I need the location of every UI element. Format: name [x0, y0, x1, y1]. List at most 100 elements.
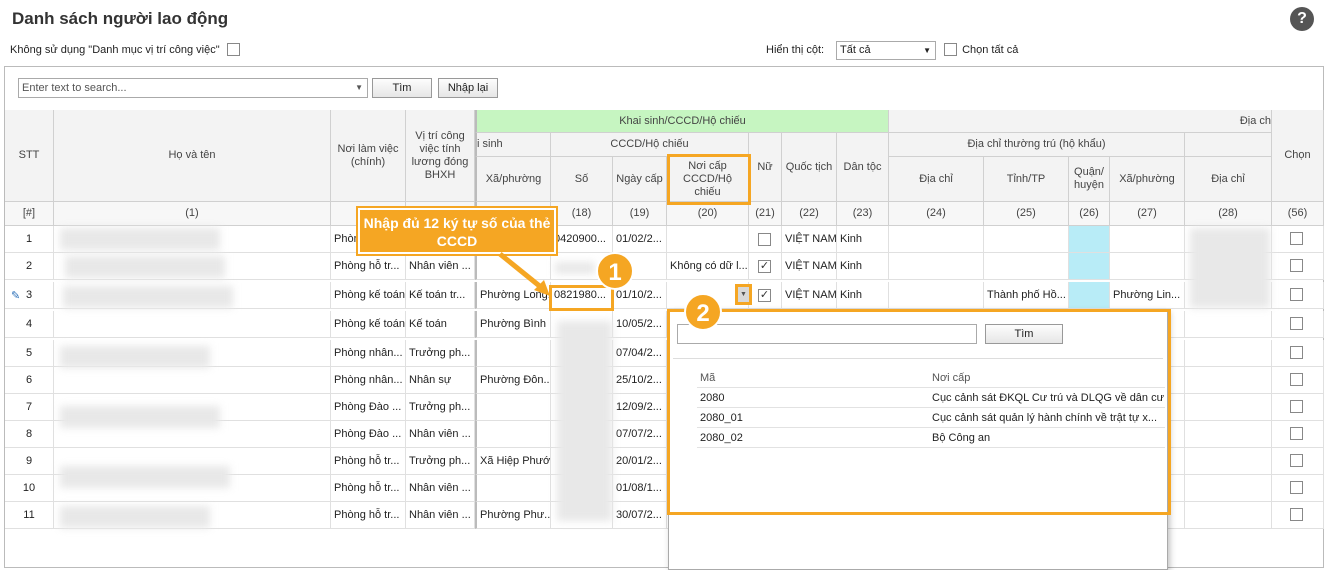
nationality-cell[interactable]: VIỆT NAM: [782, 253, 837, 280]
stt-cell[interactable]: 5: [5, 340, 54, 367]
position-cell[interactable]: Nhân viên ...: [406, 421, 475, 448]
choose-checkbox[interactable]: [1290, 454, 1303, 467]
birth-ward-cell[interactable]: Phường Bình ...: [475, 311, 551, 338]
address2-cell[interactable]: [1185, 502, 1272, 529]
choose-cell[interactable]: [1272, 502, 1324, 529]
choose-cell[interactable]: [1272, 367, 1324, 394]
address2-cell[interactable]: [1185, 448, 1272, 475]
col-perm-address[interactable]: Địa chỉ: [889, 157, 984, 202]
ethnicity-cell[interactable]: Kinh: [837, 226, 889, 253]
nationality-cell[interactable]: VIỆT NAM: [782, 282, 837, 309]
cccd-date-cell[interactable]: 12/09/2...: [613, 394, 667, 421]
birth-ward-cell[interactable]: Phường Đôn...: [475, 367, 551, 394]
workplace-cell[interactable]: Phòng Đào ...: [331, 421, 406, 448]
choose-cell[interactable]: [1272, 226, 1324, 253]
col-perm-ward[interactable]: Xã/phường: [1110, 157, 1185, 202]
choose-cell[interactable]: [1272, 253, 1324, 280]
help-icon[interactable]: ?: [1290, 7, 1314, 31]
workplace-cell[interactable]: Phòng hỗ tr...: [331, 475, 406, 502]
col-workplace[interactable]: Nơi làm việc (chính): [331, 110, 406, 202]
search-input[interactable]: Enter text to search... ▼: [18, 78, 368, 98]
col-perm-city[interactable]: Tỉnh/TP: [984, 157, 1069, 202]
choose-cell[interactable]: [1272, 448, 1324, 475]
birth-ward-cell[interactable]: [475, 475, 551, 502]
workplace-cell[interactable]: Phòng Đào ...: [331, 394, 406, 421]
stt-cell[interactable]: 8: [5, 421, 54, 448]
female-cell[interactable]: [749, 253, 782, 280]
female-checkbox[interactable]: [758, 289, 771, 302]
col-female[interactable]: Nữ: [749, 133, 782, 202]
birth-ward-cell[interactable]: Xã Hiệp Phước: [475, 448, 551, 475]
birth-ward-cell[interactable]: [475, 421, 551, 448]
choose-cell[interactable]: [1272, 394, 1324, 421]
col-stt[interactable]: STT: [5, 110, 54, 202]
workplace-cell[interactable]: Phòng hỗ tr...: [331, 253, 406, 280]
cccd-place-cell[interactable]: [667, 226, 749, 253]
address2-cell[interactable]: [1185, 394, 1272, 421]
perm-ward-cell[interactable]: [1110, 253, 1185, 280]
choose-cell[interactable]: [1272, 421, 1324, 448]
cccd-date-cell[interactable]: 01/02/2...: [613, 226, 667, 253]
nationality-cell[interactable]: VIỆT NAM: [782, 226, 837, 253]
col-cccd-no[interactable]: Số: [551, 157, 613, 202]
col-cccd-date[interactable]: Ngày cấp: [613, 157, 667, 202]
col-name[interactable]: Họ và tên: [54, 110, 331, 202]
cccd-date-cell[interactable]: 10/05/2...: [613, 311, 667, 338]
position-cell[interactable]: Trưởng ph...: [406, 394, 475, 421]
col-nationality[interactable]: Quốc tịch: [782, 133, 837, 202]
col-choose[interactable]: Chọn: [1272, 110, 1324, 202]
stt-cell[interactable]: 11: [5, 502, 54, 529]
choose-checkbox[interactable]: [1290, 317, 1303, 330]
choose-checkbox[interactable]: [1290, 346, 1303, 359]
stt-cell[interactable]: 10: [5, 475, 54, 502]
position-cell[interactable]: Kế toán tr...: [406, 282, 475, 309]
use-position-checkbox[interactable]: [226, 43, 240, 56]
ethnicity-cell[interactable]: Kinh: [837, 282, 889, 309]
choose-checkbox[interactable]: [1290, 508, 1303, 521]
workplace-cell[interactable]: Phòng kế toán: [331, 282, 406, 309]
choose-checkbox[interactable]: [1290, 481, 1303, 494]
choose-cell[interactable]: [1272, 340, 1324, 367]
cccd-date-cell[interactable]: 07/07/2...: [613, 421, 667, 448]
cccd-date-cell[interactable]: 20/01/2...: [613, 448, 667, 475]
choose-cell[interactable]: [1272, 311, 1324, 338]
position-cell[interactable]: Nhân sự: [406, 367, 475, 394]
address2-cell[interactable]: [1185, 311, 1272, 338]
address2-cell[interactable]: [1185, 367, 1272, 394]
workplace-cell[interactable]: Phòng hỗ tr...: [331, 448, 406, 475]
choose-cell[interactable]: [1272, 282, 1324, 309]
workplace-cell[interactable]: Phòng nhân...: [331, 367, 406, 394]
perm-address-cell[interactable]: [889, 282, 984, 309]
issuer-dropdown-arrow[interactable]: ▼: [735, 284, 752, 305]
cccd-date-cell[interactable]: 07/04/2...: [613, 340, 667, 367]
perm-address-cell[interactable]: [889, 226, 984, 253]
cccd-date-cell[interactable]: 01/08/1...: [613, 475, 667, 502]
perm-address-cell[interactable]: [889, 253, 984, 280]
birth-ward-cell[interactable]: Phường Phư...: [475, 502, 551, 529]
position-cell[interactable]: Trưởng ph...: [406, 448, 475, 475]
position-cell[interactable]: Trưởng ph...: [406, 340, 475, 367]
use-position-option[interactable]: Không sử dụng "Danh mục vị trí công việc…: [10, 43, 240, 56]
stt-cell[interactable]: 2: [5, 253, 54, 280]
female-cell[interactable]: [749, 226, 782, 253]
stt-cell[interactable]: 7: [5, 394, 54, 421]
name-cell[interactable]: [54, 311, 331, 338]
cccd-date-cell[interactable]: 30/07/2...: [613, 502, 667, 529]
cccd-no-cell[interactable]: 0420900...: [551, 226, 613, 253]
choose-checkbox[interactable]: [1290, 427, 1303, 440]
female-checkbox[interactable]: [758, 260, 771, 273]
show-columns-select[interactable]: Tất cả ▼: [836, 41, 936, 60]
choose-checkbox[interactable]: [1290, 400, 1303, 413]
birth-ward-cell[interactable]: [475, 394, 551, 421]
workplace-cell[interactable]: Phòng kế toán: [331, 311, 406, 338]
stt-cell[interactable]: 6: [5, 367, 54, 394]
birth-ward-cell[interactable]: [475, 340, 551, 367]
find-button[interactable]: Tìm: [372, 78, 432, 98]
perm-district-cell[interactable]: [1069, 226, 1110, 253]
choose-checkbox[interactable]: [1290, 373, 1303, 386]
female-cell[interactable]: [749, 282, 782, 309]
address2-cell[interactable]: [1185, 340, 1272, 367]
female-checkbox[interactable]: [758, 233, 771, 246]
ethnicity-cell[interactable]: Kinh: [837, 253, 889, 280]
reset-button[interactable]: Nhập lại: [438, 78, 498, 98]
